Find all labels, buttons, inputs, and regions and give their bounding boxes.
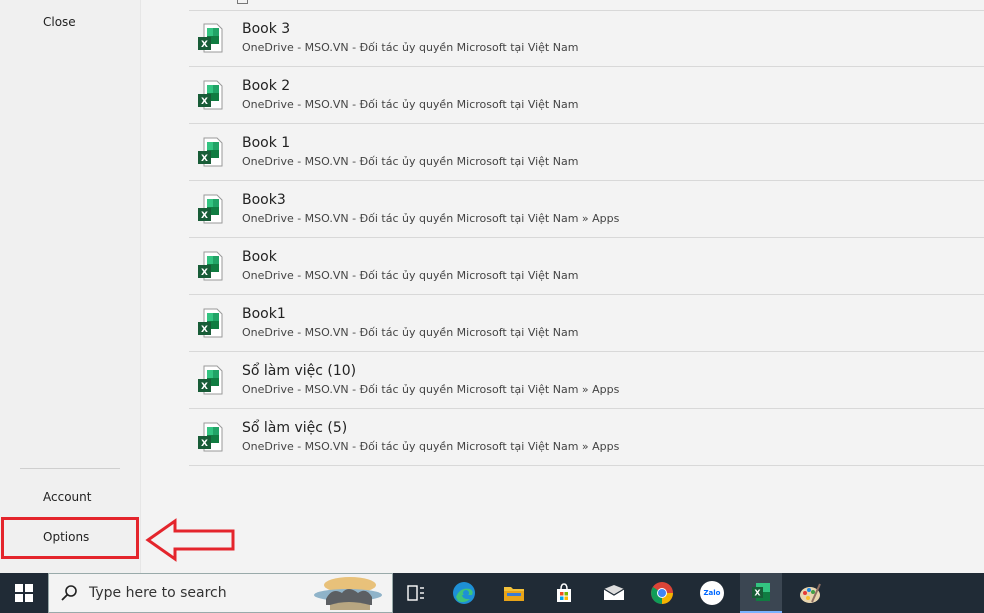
excel-file-icon: X: [198, 251, 223, 281]
file-name: Book3: [242, 192, 286, 208]
excel-taskbar-button[interactable]: X: [740, 573, 782, 613]
search-highlight-illustration-icon: [314, 577, 382, 610]
file-name: Book 3: [242, 21, 291, 37]
recent-file-row[interactable]: X Book 3 OneDrive - MSO.VN - Đối tác ủy qu…: [189, 10, 984, 67]
task-view-icon: [407, 585, 424, 601]
file-path: OneDrive - MSO.VN - Đối tác ủy quyền Mic…: [242, 326, 579, 339]
file-path: OneDrive - MSO.VN - Đối tác ủy quyền Mic…: [242, 98, 579, 111]
file-path: OneDrive - MSO.VN - Đối tác ủy quyền Mic…: [242, 212, 620, 225]
zalo-button[interactable]: Zalo: [692, 573, 732, 613]
svg-text:X: X: [201, 154, 208, 164]
recent-file-row[interactable]: X Book 2 OneDrive - MSO.VN - Đối tác ủy qu…: [189, 67, 984, 124]
file-name: Book 2: [242, 78, 291, 94]
paint-icon: [800, 583, 821, 603]
recent-file-row[interactable]: X Book1 OneDrive - MSO.VN - Đối tác ủy quy…: [189, 295, 984, 352]
zalo-icon: Zalo: [700, 581, 724, 605]
excel-file-icon: X: [198, 23, 223, 53]
file-path: OneDrive - MSO.VN - Đối tác ủy quyền Mic…: [242, 269, 579, 282]
excel-icon: X: [752, 583, 770, 601]
checkbox-icon: [237, 0, 248, 4]
backstage-sidebar: Close Account Options: [0, 0, 141, 573]
task-view-button[interactable]: [396, 573, 436, 613]
recent-file-row[interactable]: X Book3 OneDrive - MSO.VN - Đối tác ủy quy…: [189, 181, 984, 238]
mail-icon: [603, 585, 625, 600]
excel-file-icon: X: [198, 422, 223, 452]
recent-file-row[interactable]: X Sổ làm việc (10) OneDrive - MSO.VN - Đối…: [189, 352, 984, 409]
chrome-button[interactable]: [642, 573, 682, 613]
file-explorer-icon: [504, 587, 524, 601]
file-name: Book 1: [242, 135, 291, 151]
excel-file-icon: X: [198, 80, 223, 110]
account-label: Account: [43, 490, 92, 504]
close-label: Close: [43, 15, 76, 29]
svg-text:X: X: [201, 40, 208, 50]
sidebar-divider: [20, 468, 120, 469]
svg-text:X: X: [201, 211, 208, 221]
file-explorer-button[interactable]: [494, 573, 534, 613]
excel-file-icon: X: [198, 194, 223, 224]
search-icon: [61, 585, 77, 601]
start-button[interactable]: [0, 573, 48, 613]
chrome-icon: [651, 582, 673, 604]
excel-file-icon: X: [198, 137, 223, 167]
edge-icon: [453, 582, 475, 604]
file-path: OneDrive - MSO.VN - Đối tác ủy quyền Mic…: [242, 440, 620, 453]
file-name: Sổ làm việc (5): [242, 420, 348, 436]
recent-files-pane: X Book 3 OneDrive - MSO.VN - Đối tác ủy qu…: [141, 0, 984, 573]
svg-text:X: X: [201, 97, 208, 107]
store-button[interactable]: [544, 573, 584, 613]
file-path: OneDrive - MSO.VN - Đối tác ủy quyền Mic…: [242, 155, 579, 168]
options-highlight-box: [1, 517, 139, 559]
svg-text:X: X: [201, 382, 208, 392]
paint-button[interactable]: [790, 573, 830, 613]
mail-button[interactable]: [594, 573, 634, 613]
account-menu-item[interactable]: Account: [0, 490, 140, 504]
svg-text:X: X: [201, 325, 208, 335]
file-name: Sổ làm việc (10): [242, 363, 357, 379]
svg-text:X: X: [201, 268, 208, 278]
excel-file-icon: X: [198, 365, 223, 395]
file-name: Book1: [242, 306, 286, 322]
recent-file-row[interactable]: X Book 1 OneDrive - MSO.VN - Đối tác ủy qu…: [189, 124, 984, 181]
file-path: OneDrive - MSO.VN - Đối tác ủy quyền Mic…: [242, 41, 579, 54]
zalo-icon-text: Zalo: [703, 589, 721, 597]
taskbar-search-box[interactable]: Type here to search: [48, 573, 393, 613]
store-icon: [557, 583, 571, 602]
windows-taskbar: Type here to search Zalo X: [0, 573, 984, 613]
file-name: Book: [242, 249, 277, 265]
recent-file-row[interactable]: X Book OneDrive - MSO.VN - Đối tác ủy quyề…: [189, 238, 984, 295]
close-menu-item[interactable]: Close: [0, 15, 140, 29]
edge-button[interactable]: [444, 573, 484, 613]
start-icon: [15, 584, 33, 602]
recent-files-list: X Book 3 OneDrive - MSO.VN - Đối tác ủy qu…: [189, 10, 984, 466]
search-placeholder: Type here to search: [89, 585, 227, 601]
svg-text:X: X: [754, 589, 761, 598]
excel-file-icon: X: [198, 308, 223, 338]
svg-text:X: X: [201, 439, 208, 449]
file-path: OneDrive - MSO.VN - Đối tác ủy quyền Mic…: [242, 383, 620, 396]
recent-file-row[interactable]: X Sổ làm việc (5) OneDrive - MSO.VN - Đối …: [189, 409, 984, 466]
pointer-arrow-icon: [145, 518, 235, 562]
excel-backstage: Close Account Options X Book 3 OneDrive - …: [0, 0, 984, 573]
